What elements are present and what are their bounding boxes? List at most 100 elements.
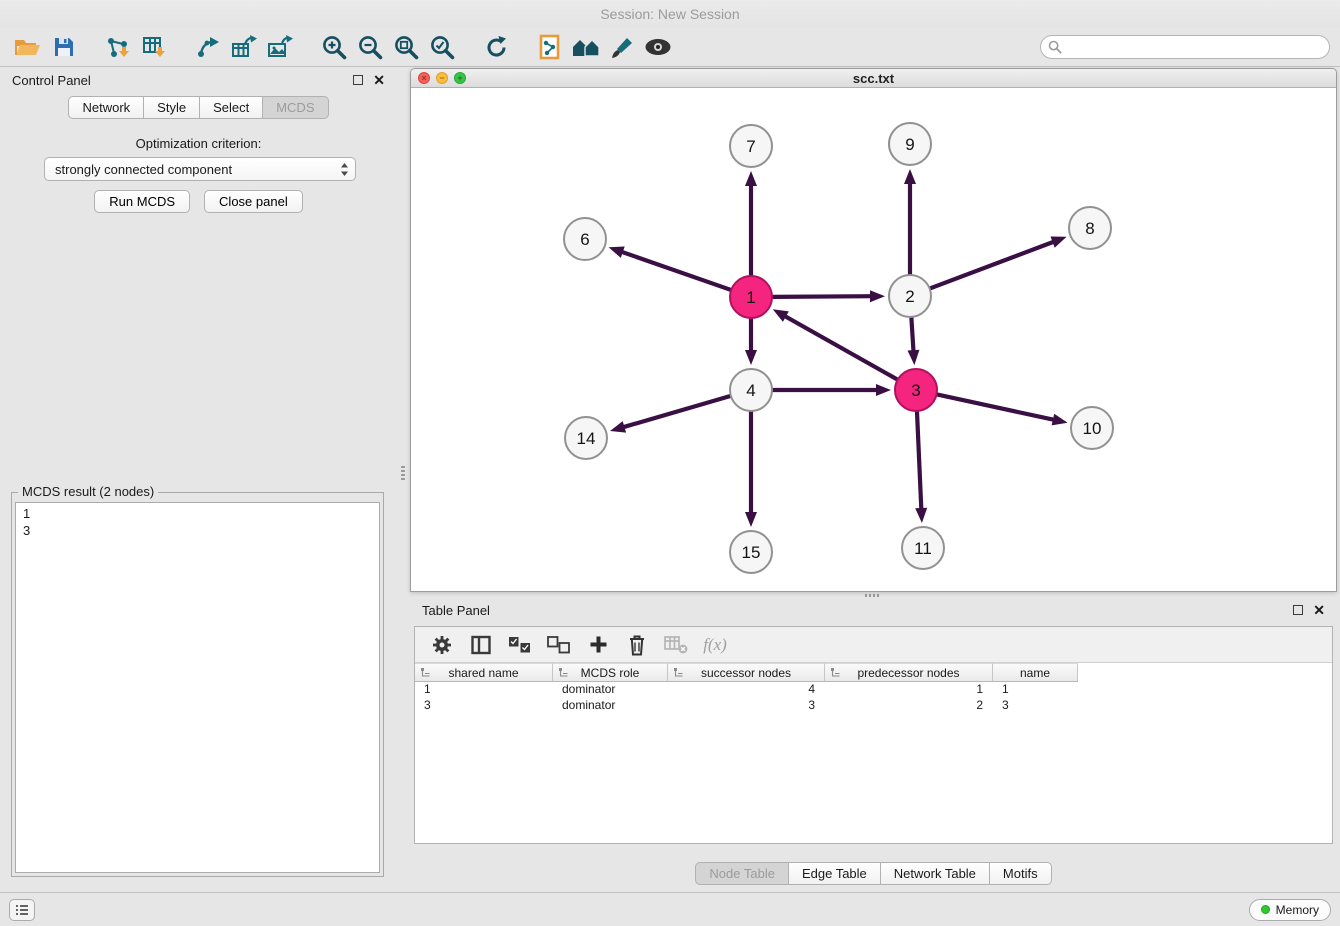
show-hide-button[interactable]: [640, 31, 676, 63]
table-row[interactable]: 1 dominator 4 1 1: [415, 682, 1332, 698]
first-neighbors-button[interactable]: [532, 31, 568, 63]
float-table-panel-icon[interactable]: [1293, 605, 1303, 615]
column-header-shared-name[interactable]: shared name: [415, 663, 553, 682]
node-1[interactable]: 1: [730, 276, 772, 318]
node-15[interactable]: 15: [730, 531, 772, 573]
eye-icon: [644, 38, 672, 56]
vertical-splitter[interactable]: [397, 68, 410, 880]
edge-arrow-4-3: [876, 384, 891, 396]
memory-button[interactable]: Memory: [1249, 899, 1331, 921]
node-6[interactable]: 6: [564, 218, 606, 260]
export-image-button[interactable]: [262, 31, 298, 63]
cell-successor-nodes[interactable]: 3: [668, 698, 825, 714]
mcds-result-box[interactable]: 1 3: [15, 502, 380, 873]
table-settings-button[interactable]: [427, 631, 457, 659]
tab-motifs[interactable]: Motifs: [989, 862, 1052, 885]
import-network-button[interactable]: [100, 31, 136, 63]
close-panel-button[interactable]: Close panel: [204, 190, 303, 213]
column-header-name[interactable]: name: [993, 663, 1078, 682]
toolbar-search-box[interactable]: [1040, 35, 1330, 59]
node-4[interactable]: 4: [730, 369, 772, 411]
close-panel-icon[interactable]: ✕: [373, 75, 385, 85]
delete-table-icon: [664, 636, 688, 654]
edge-1-2[interactable]: [773, 296, 873, 297]
edge-3-10[interactable]: [938, 395, 1056, 421]
node-8[interactable]: 8: [1069, 207, 1111, 249]
close-table-panel-icon[interactable]: ✕: [1313, 605, 1325, 615]
deselect-all-button[interactable]: [544, 631, 574, 659]
edge-arrow-3-10: [1052, 414, 1068, 426]
node-10[interactable]: 10: [1071, 407, 1113, 449]
zoom-window-button[interactable]: +: [454, 72, 466, 84]
cell-name[interactable]: 1: [993, 682, 1078, 698]
cell-successor-nodes[interactable]: 4: [668, 682, 825, 698]
edge-2-8[interactable]: [931, 241, 1056, 288]
select-all-button[interactable]: [505, 631, 535, 659]
style-brush-button[interactable]: [604, 31, 640, 63]
cell-mcds-role[interactable]: dominator: [553, 698, 668, 714]
criterion-dropdown[interactable]: strongly connected component: [44, 157, 356, 181]
cell-shared-name[interactable]: 3: [415, 698, 553, 714]
criterion-value: strongly connected component: [55, 162, 232, 177]
edge-2-3[interactable]: [911, 318, 913, 353]
tab-edge-table[interactable]: Edge Table: [788, 862, 881, 885]
memory-status-dot: [1261, 905, 1270, 914]
tab-network[interactable]: Network: [68, 96, 144, 119]
edge-arrow-3-1: [773, 309, 789, 322]
cell-predecessor-nodes[interactable]: 1: [825, 682, 993, 698]
network-overview-button[interactable]: [568, 31, 604, 63]
show-columns-button[interactable]: [466, 631, 496, 659]
search-input[interactable]: [1062, 40, 1322, 55]
zoom-fit-button[interactable]: [388, 31, 424, 63]
tab-node-table[interactable]: Node Table: [695, 862, 789, 885]
edge-3-11[interactable]: [917, 412, 921, 511]
column-header-mcds-role[interactable]: MCDS role: [553, 663, 668, 682]
node-14[interactable]: 14: [565, 417, 607, 459]
sort-icon: [420, 667, 431, 678]
zoom-out-button[interactable]: [352, 31, 388, 63]
tab-network-table[interactable]: Network Table: [880, 862, 990, 885]
optimization-criterion-label: Optimization criterion:: [0, 136, 397, 151]
node-2[interactable]: 2: [889, 275, 931, 317]
apply-layout-button[interactable]: [478, 31, 514, 63]
cell-shared-name[interactable]: 1: [415, 682, 553, 698]
node-9[interactable]: 9: [889, 123, 931, 165]
table-row[interactable]: 3 dominator 3 2 3: [415, 698, 1332, 714]
column-header-successor-nodes[interactable]: successor nodes: [668, 663, 825, 682]
save-session-button[interactable]: [46, 31, 82, 63]
columns-icon: [471, 635, 491, 655]
cell-predecessor-nodes[interactable]: 2: [825, 698, 993, 714]
delete-column-button[interactable]: [622, 631, 652, 659]
float-panel-icon[interactable]: [353, 75, 363, 85]
network-canvas-svg[interactable]: 7 9 6 8 1 2 4 3 14 10 15 11: [411, 88, 1336, 591]
minimize-window-button[interactable]: −: [436, 72, 448, 84]
zoom-selected-button[interactable]: [424, 31, 460, 63]
zoom-fit-icon: [393, 34, 420, 61]
edge-4-14[interactable]: [622, 396, 730, 428]
node-11[interactable]: 11: [902, 527, 944, 569]
edge-3-1[interactable]: [783, 315, 897, 379]
show-panels-button[interactable]: [9, 899, 35, 921]
close-window-button[interactable]: ×: [418, 72, 430, 84]
run-mcds-button[interactable]: Run MCDS: [94, 190, 190, 213]
tab-mcds[interactable]: MCDS: [262, 96, 328, 119]
node-3[interactable]: 3: [895, 369, 937, 411]
sort-icon: [673, 667, 684, 678]
node-7[interactable]: 7: [730, 125, 772, 167]
control-panel: Control Panel ✕ Network Style Select MCD…: [0, 68, 397, 880]
cell-mcds-role[interactable]: dominator: [553, 682, 668, 698]
add-column-button[interactable]: [583, 631, 613, 659]
cell-name[interactable]: 3: [993, 698, 1078, 714]
export-table-button[interactable]: [226, 31, 262, 63]
edge-arrow-4-14: [610, 421, 626, 433]
network-canvas[interactable]: 7 9 6 8 1 2 4 3 14 10 15 11: [411, 88, 1336, 591]
edge-1-6[interactable]: [620, 251, 730, 290]
network-window-titlebar[interactable]: × − + scc.txt: [411, 69, 1336, 88]
column-header-predecessor-nodes[interactable]: predecessor nodes: [825, 663, 993, 682]
open-session-button[interactable]: [10, 31, 46, 63]
zoom-in-button[interactable]: [316, 31, 352, 63]
tab-style[interactable]: Style: [143, 96, 200, 119]
tab-select[interactable]: Select: [199, 96, 263, 119]
export-network-button[interactable]: [190, 31, 226, 63]
import-table-button[interactable]: [136, 31, 172, 63]
